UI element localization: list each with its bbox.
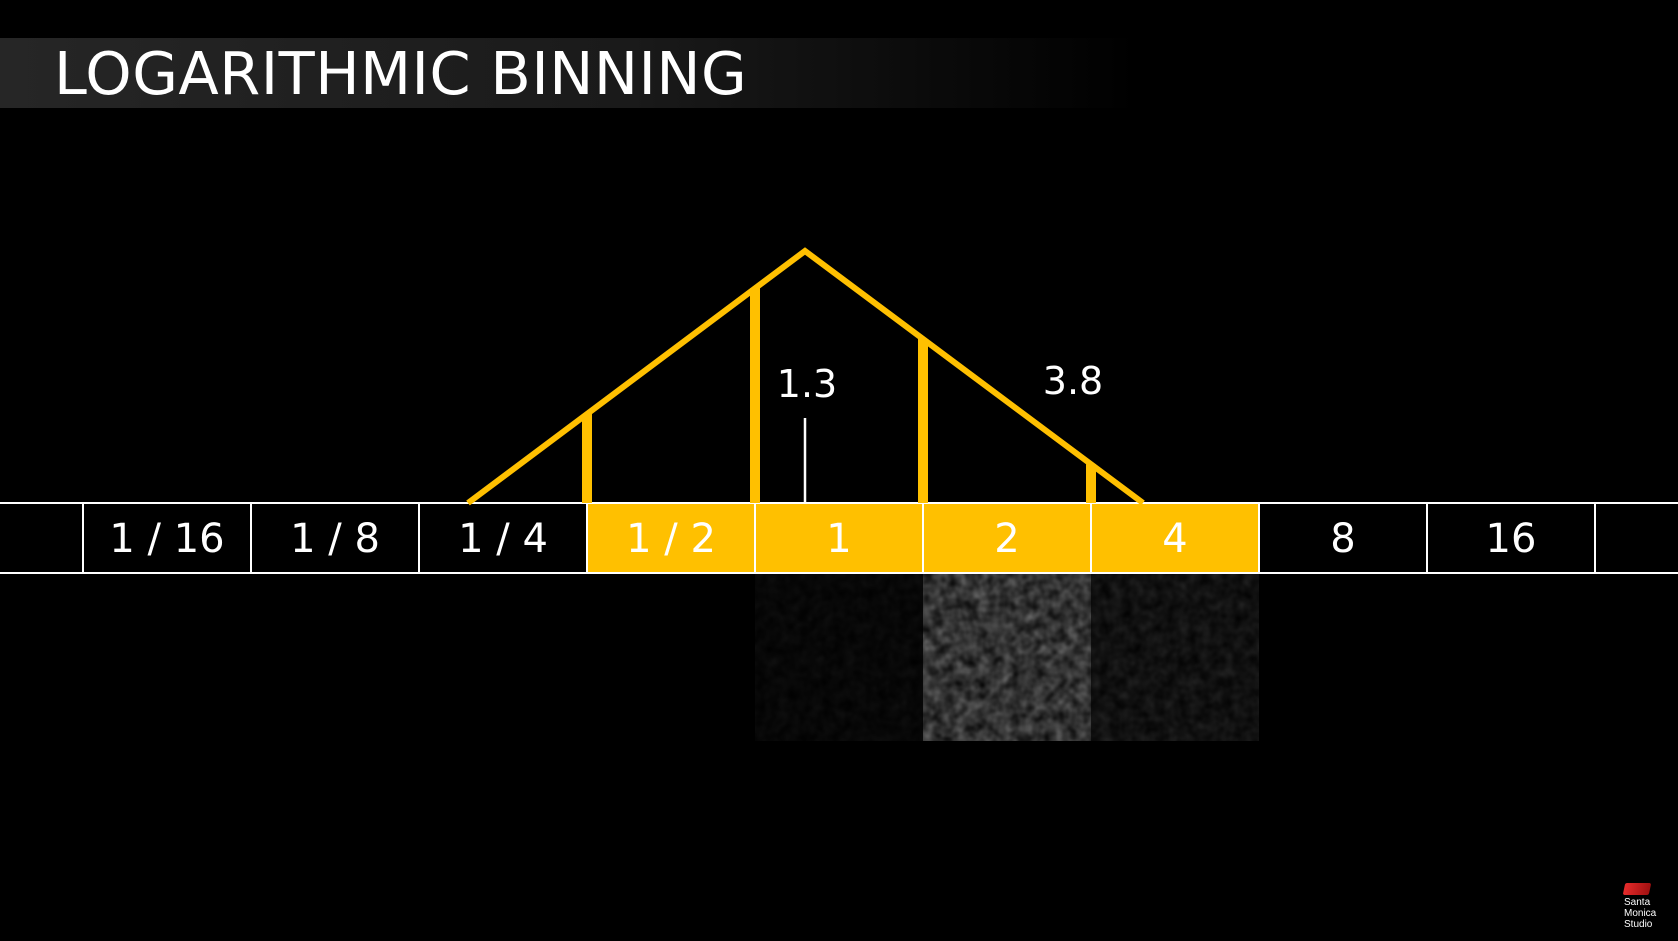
noise-tile (1091, 573, 1259, 741)
bin-label: 2 (994, 516, 1019, 562)
noise-tile (755, 573, 923, 741)
bin-cell (0, 502, 84, 574)
noise-texture (1091, 573, 1259, 741)
bin-label: 4 (1162, 516, 1187, 562)
bin-label: 8 (1330, 516, 1355, 562)
center-value-label: 1.3 (777, 362, 837, 406)
bin-label: 1 / 16 (109, 516, 224, 562)
red-wedge-icon (1622, 883, 1652, 895)
bin-label: 1 / 2 (626, 516, 716, 562)
logo-line-1: Santa (1624, 897, 1651, 908)
binning-diagram: 1 / 16 1 / 8 1 / 4 1 / 2 1 2 4 8 16 1.3 3.8 (0, 247, 1678, 741)
logo-line-3: Studio (1624, 919, 1653, 930)
noise-tile (923, 573, 1091, 741)
width-value-label: 3.8 (1043, 359, 1103, 403)
slide: LOGARITHMIC BINNING 1 / 16 1 / 81 / 41 / … (0, 0, 1678, 941)
annotations: 1.3 3.8 (777, 359, 1103, 502)
noise-texture (755, 573, 923, 741)
studio-logo: Santa Monica Studio (1620, 883, 1670, 933)
bin-cell (1594, 502, 1678, 574)
logo-text: Santa Monica Studio (1624, 897, 1656, 930)
noise-texture (923, 573, 1091, 741)
bin-label: 1 / 4 (458, 516, 548, 562)
bin-label: 1 (826, 516, 851, 562)
bin-row: 1 / 16 1 / 8 1 / 4 1 / 2 1 2 4 8 16 (0, 502, 1678, 574)
logo-line-2: Monica (1624, 908, 1657, 919)
bin-label: 1 / 8 (290, 516, 380, 562)
bin-label: 16 (1486, 516, 1537, 562)
noise-tiles (755, 573, 1259, 741)
